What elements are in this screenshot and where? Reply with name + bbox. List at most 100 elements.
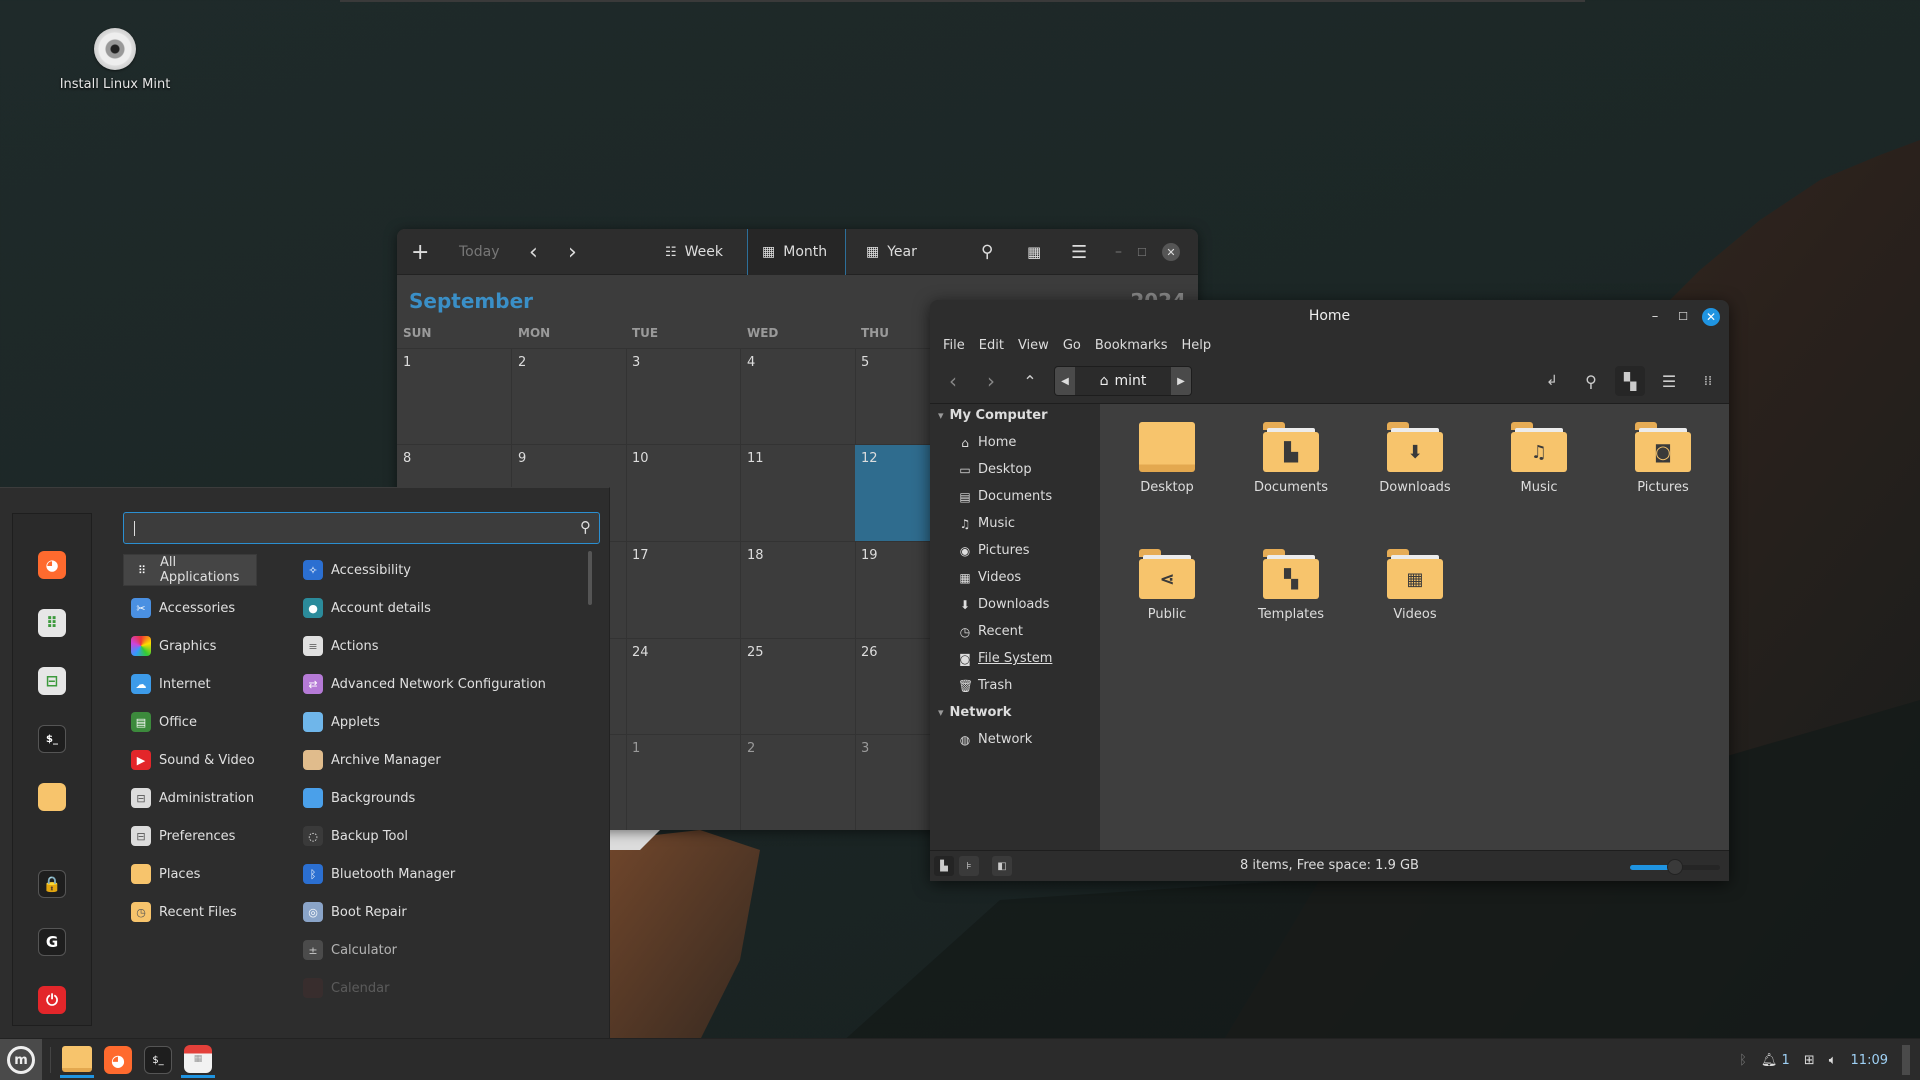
calendar-day-cell[interactable]: 10 — [626, 444, 741, 541]
app-accessibility[interactable]: ✧ Accessibility — [303, 554, 411, 586]
menu-bookmarks[interactable]: Bookmarks — [1088, 336, 1175, 356]
file-item-public[interactable]: ⋖ Public — [1112, 549, 1222, 622]
favorite-software-manager[interactable]: ⠿ — [38, 609, 66, 637]
maximize-button[interactable]: ☐ — [1137, 229, 1147, 275]
network-icon[interactable]: ⊞ — [1804, 1053, 1815, 1068]
view-month-button[interactable]: ▦ Month — [747, 229, 845, 275]
sidebar-section-network[interactable]: ▾ Network — [938, 705, 1011, 720]
notifications-icon[interactable]: 🔔︎ 1 — [1761, 1053, 1790, 1068]
list-view-button[interactable]: ☰ — [1654, 366, 1684, 396]
breadcrumb-right-button[interactable]: ▶ — [1171, 367, 1191, 395]
breadcrumb-left-button[interactable]: ◀ — [1055, 367, 1075, 395]
show-desktop-button[interactable] — [1902, 1045, 1910, 1075]
category-internet[interactable]: ☁ Internet — [123, 668, 211, 700]
up-button[interactable]: ⌃ — [1015, 366, 1045, 396]
menu-file[interactable]: File — [936, 336, 972, 356]
menu-search-input[interactable]: ⚲ — [123, 512, 600, 544]
favorite-firefox[interactable]: ◕ — [38, 551, 66, 579]
breadcrumb-home-segment[interactable]: ⌂ mint — [1075, 367, 1171, 395]
sidebar-item-trash[interactable]: 🗑 Trash — [958, 678, 1012, 693]
calendar-day-cell[interactable]: 25 — [741, 638, 856, 735]
file-item-documents[interactable]: ▙ Documents — [1236, 422, 1346, 495]
forward-button[interactable]: › — [976, 366, 1006, 396]
main-menu-button[interactable]: ☰ — [1071, 229, 1087, 275]
next-month-button[interactable]: › — [568, 229, 577, 275]
category-office[interactable]: ▤ Office — [123, 706, 197, 738]
today-button[interactable]: Today — [459, 229, 500, 275]
app-backgrounds[interactable]: Backgrounds — [303, 782, 415, 814]
new-event-button[interactable]: + — [411, 229, 429, 275]
sidebar-item-home[interactable]: ⌂ Home — [958, 435, 1016, 450]
category-places[interactable]: Places — [123, 858, 200, 890]
session-lock-screen-button[interactable]: 🔒 — [38, 870, 66, 898]
sidebar-item-documents[interactable]: ▤ Documents — [958, 489, 1052, 504]
bluetooth-icon[interactable]: ᛒ — [1739, 1053, 1747, 1068]
app-actions[interactable]: ≡ Actions — [303, 630, 379, 662]
category-accessories[interactable]: ✂ Accessories — [123, 592, 235, 624]
app-account-details[interactable]: ● Account details — [303, 592, 431, 624]
minimize-button[interactable]: – — [1115, 229, 1122, 275]
calendar-management-button[interactable]: ▦ — [1027, 229, 1041, 275]
close-button[interactable]: ✕ — [1702, 308, 1720, 326]
sidebar-item-file-system[interactable]: ◙ File System — [958, 651, 1052, 666]
file-item-templates[interactable]: ▚ Templates — [1236, 549, 1346, 622]
sidebar-item-network[interactable]: ◍ Network — [958, 732, 1033, 747]
sidebar-item-videos[interactable]: ▦ Videos — [958, 570, 1021, 585]
category-administration[interactable]: ⊟ Administration — [123, 782, 254, 814]
menu-edit[interactable]: Edit — [972, 336, 1011, 356]
maximize-button[interactable]: ☐ — [1674, 308, 1692, 326]
search-button[interactable]: ⚲ — [1576, 366, 1606, 396]
app-advanced-network-configuration[interactable]: ⇄ Advanced Network Configuration — [303, 668, 546, 700]
calendar-day-cell[interactable]: 18 — [741, 541, 856, 638]
toggle-location-button[interactable]: ↲ — [1537, 366, 1567, 396]
minimize-button[interactable]: – — [1646, 308, 1664, 326]
view-week-button[interactable]: ☷ Week — [665, 229, 723, 275]
calendar-day-cell[interactable]: 2 — [741, 734, 856, 830]
category-all-applications[interactable]: ⠿ All Applications — [123, 554, 257, 586]
app-boot-repair[interactable]: ◎ Boot Repair — [303, 896, 407, 928]
close-button[interactable]: ✕ — [1162, 229, 1180, 275]
volume-icon[interactable]: 🔈︎ — [1829, 1053, 1837, 1068]
app-applets[interactable]: Applets — [303, 706, 380, 738]
compact-view-button[interactable]: ⁞⁞ — [1693, 366, 1723, 396]
sidebar-item-pictures[interactable]: ◉ Pictures — [958, 543, 1030, 558]
category-preferences[interactable]: ⊟ Preferences — [123, 820, 235, 852]
favorite-terminal[interactable]: $_ — [38, 725, 66, 753]
desktop-icon-install-linux-mint[interactable]: Install Linux Mint — [55, 28, 175, 92]
taskbar-app-terminal[interactable]: $_ — [141, 1042, 175, 1078]
sidebar-section-my-computer[interactable]: ▾ My Computer — [938, 408, 1048, 423]
clock[interactable]: 11:09 — [1851, 1053, 1888, 1068]
calendar-day-cell[interactable]: 17 — [626, 541, 741, 638]
menu-button[interactable]: m — [0, 1039, 42, 1080]
favorite-files[interactable] — [38, 783, 66, 811]
app-archive-manager[interactable]: Archive Manager — [303, 744, 441, 776]
file-item-desktop[interactable]: Desktop — [1112, 422, 1222, 495]
taskbar-app-firefox[interactable]: ◕ — [101, 1042, 135, 1078]
menu-scrollbar[interactable] — [588, 551, 592, 605]
previous-month-button[interactable]: ‹ — [529, 229, 538, 275]
app-calculator[interactable]: ± Calculator — [303, 934, 397, 966]
calendar-day-cell[interactable]: 2 — [512, 348, 627, 445]
file-item-music[interactable]: ♫ Music — [1484, 422, 1594, 495]
zoom-slider[interactable] — [1630, 859, 1720, 875]
sidebar-item-recent[interactable]: ◷ Recent — [958, 624, 1023, 639]
search-button[interactable]: ⚲ — [981, 229, 993, 275]
calendar-day-cell[interactable]: 4 — [741, 348, 856, 445]
calendar-day-cell[interactable]: 3 — [626, 348, 741, 445]
category-graphics[interactable]: Graphics — [123, 630, 216, 662]
app-backup-tool[interactable]: ◌ Backup Tool — [303, 820, 408, 852]
menu-go[interactable]: Go — [1056, 336, 1088, 356]
back-button[interactable]: ‹ — [938, 366, 968, 396]
app-calendar[interactable]: Calendar — [303, 972, 389, 1004]
icon-view-button[interactable]: ▚ — [1615, 366, 1645, 396]
sidebar-item-music[interactable]: ♫ Music — [958, 516, 1015, 531]
file-item-pictures[interactable]: ◙ Pictures — [1608, 422, 1718, 495]
calendar-day-cell[interactable]: 1 — [397, 348, 512, 445]
sidebar-item-desktop[interactable]: ▭ Desktop — [958, 462, 1031, 477]
favorite-system-settings[interactable]: ⊟ — [38, 667, 66, 695]
view-year-button[interactable]: ▦ Year — [845, 229, 941, 275]
calendar-day-cell[interactable]: 24 — [626, 638, 741, 735]
taskbar-app-calendar[interactable]: ▦ — [181, 1042, 215, 1078]
session-quit-button[interactable]: ⏻ — [38, 986, 66, 1014]
calendar-day-cell[interactable]: 11 — [741, 444, 856, 541]
